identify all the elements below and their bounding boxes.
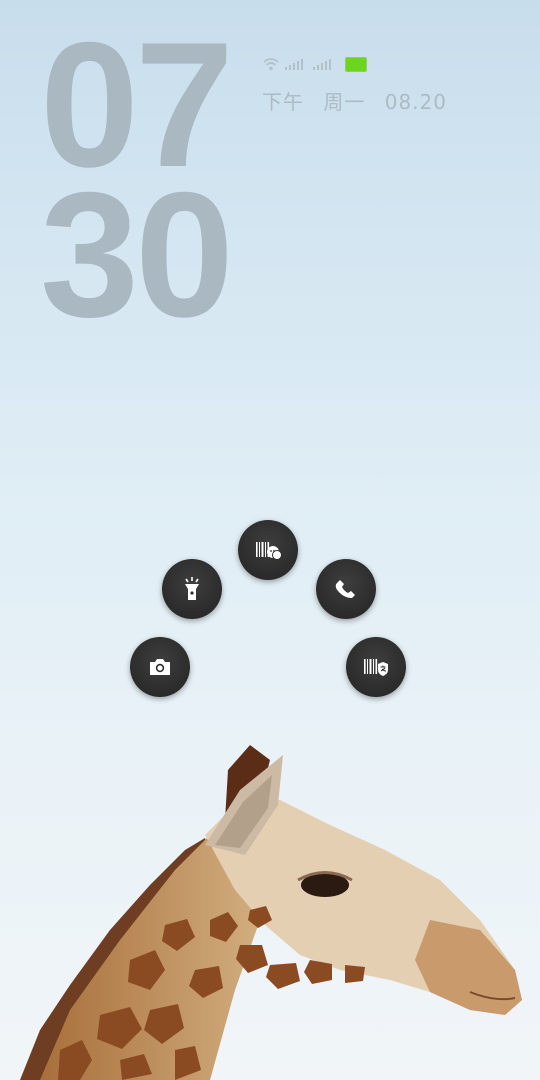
alipay-icon (364, 659, 388, 676)
clock-minutes: 30 (40, 155, 234, 354)
weekday-label: 周一 (323, 90, 366, 114)
camera-icon (150, 659, 170, 675)
wifi-icon (263, 58, 279, 71)
status-bar (263, 55, 367, 73)
clock: 07 30 (40, 16, 234, 354)
camera-shortcut-button[interactable] (130, 637, 190, 697)
alipay-shortcut-button[interactable] (346, 637, 406, 697)
phone-icon (335, 580, 355, 598)
wechat-pay-icon (256, 542, 282, 560)
flashlight-icon (185, 577, 199, 600)
wechat-pay-shortcut-button[interactable] (238, 520, 298, 580)
date-label: 08.20 (384, 90, 447, 114)
date-line: 下午 周一 08.20 (262, 86, 459, 115)
phone-shortcut-button[interactable] (316, 559, 376, 619)
battery-icon (345, 56, 367, 72)
flashlight-shortcut-button[interactable] (162, 559, 222, 619)
giraffe-wallpaper-image (20, 745, 522, 1080)
lock-screen: 07 30 下午 周一 08.20 (0, 0, 540, 1080)
period-label: 下午 (262, 90, 304, 114)
signal-2-icon (313, 58, 331, 70)
signal-1-icon (285, 58, 303, 70)
